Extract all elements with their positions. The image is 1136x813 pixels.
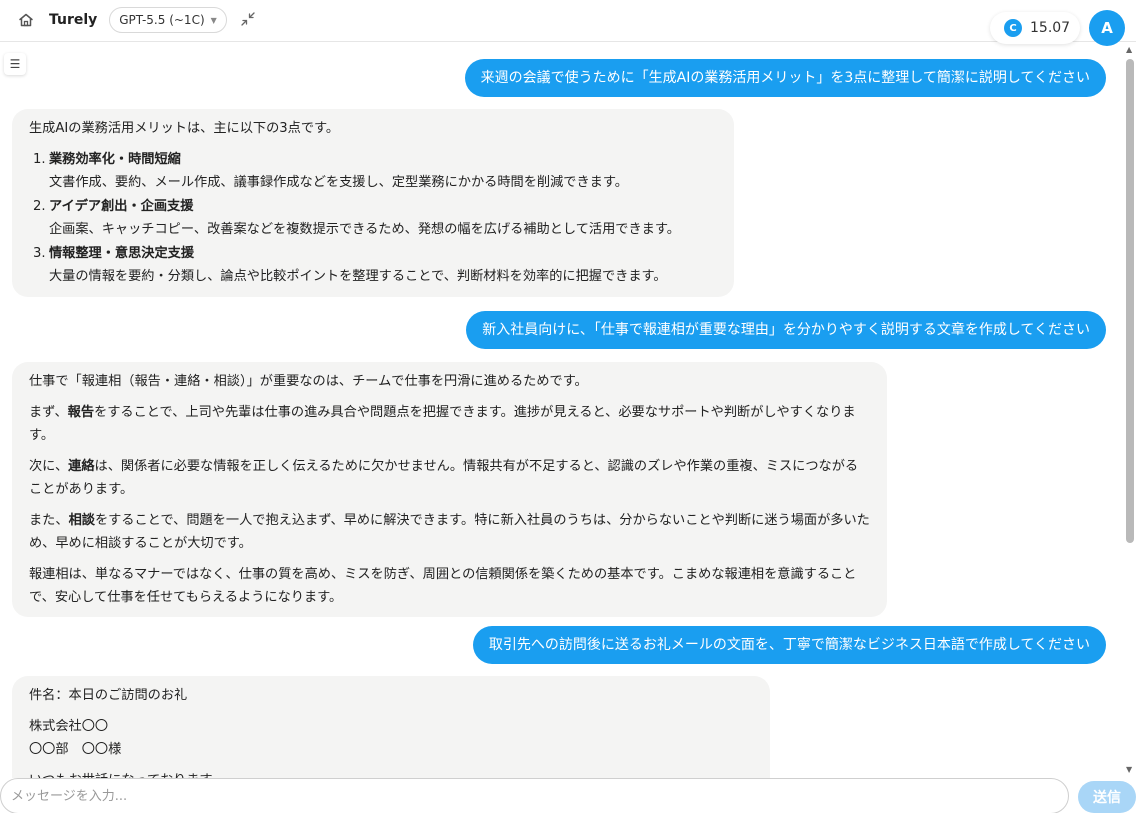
message-text: 次に、連絡は、関係者に必要な情報を正しく伝えるために欠かせません。情報共有が不足…: [29, 459, 859, 497]
collapse-icon[interactable]: [240, 11, 256, 27]
user-message: 取引先への訪問後に送るお礼メールの文面を、丁寧で簡潔なビジネス日本語で作成してく…: [472, 626, 1106, 664]
credit-amount: 15.07: [1030, 20, 1071, 36]
message-text: まず、報告をすることで、上司や先輩は仕事の進み具合や問題点を把握できます。進捗が…: [29, 405, 856, 443]
assistant-message: 件名：本日のご訪問のお礼 株式会社〇〇〇〇部 〇〇様 いつもお世話になっておりま…: [12, 676, 770, 778]
model-selector[interactable]: GPT-5.5 (~1C) ▼: [109, 7, 227, 33]
assistant-message: 仕事で「報連相（報告・連絡・相談）」が重要なのは、チームで仕事を円滑に進めるため…: [12, 362, 887, 617]
home-icon[interactable]: [16, 10, 36, 30]
list-item: 2. アイデア創出・企画支援 企画案、キャッチコピー、改善案などを複数提示できるた…: [29, 195, 718, 241]
message-text: 件名：本日のご訪問のお礼: [29, 688, 188, 703]
list-item-body: 文書作成、要約、メール作成、議事録作成などを支援し、定型業務にかかる時間を削減で…: [49, 175, 628, 190]
list-item: 1. 業務効率化・時間短縮 文書作成、要約、メール作成、議事録作成などを支援し、定…: [29, 148, 718, 194]
assistant-message: 生成AIの業務活用メリットは、主に以下の3点です。 1. 業務効率化・時間短縮 文…: [12, 109, 734, 297]
caret-down-icon: ▼: [210, 15, 217, 25]
credit-coin-icon: C: [1004, 19, 1022, 37]
message-text: 報連相は、単なるマナーではなく、仕事の質を高め、ミスを防ぎ、周囲との信頼関係を築…: [29, 567, 857, 605]
message-text-line: 〇〇部 〇〇様: [29, 742, 122, 757]
user-message: 来週の会議で使うために「生成AIの業務活用メリット」を3点に整理して簡潔に説明し…: [464, 59, 1106, 97]
scroll-down-icon[interactable]: ▼: [1126, 765, 1132, 774]
user-avatar[interactable]: A: [1089, 10, 1125, 46]
brand-name: Turely: [49, 12, 98, 28]
user-message: 新入社員向けに、「仕事で報連相が重要な理由」を分かりやすく説明する文章を作成して…: [466, 311, 1106, 349]
scroll-up-icon[interactable]: ▲: [1126, 45, 1132, 54]
message-text: 仕事で「報連相（報告・連絡・相談）」が重要なのは、チームで仕事を円滑に進めるため…: [29, 374, 588, 389]
chat-thread: 来週の会議で使うために「生成AIの業務活用メリット」を3点に整理して簡潔に説明し…: [0, 43, 1124, 778]
message-text: また、相談をすることで、問題を一人で抱え込まず、早めに解決できます。特に新入社員…: [29, 513, 870, 551]
send-button[interactable]: 送信: [1078, 781, 1136, 813]
message-input[interactable]: [0, 778, 1069, 813]
message-text-line: 株式会社〇〇: [29, 719, 109, 734]
list-item-title: 業務効率化・時間短縮: [49, 152, 181, 167]
model-selected-label: GPT-5.5 (~1C): [119, 13, 205, 27]
list-item: 3. 情報整理・意思決定支援 大量の情報を要約・分類し、論点や比較ポイントを整理す…: [29, 242, 718, 288]
list-number: 1.: [33, 152, 46, 167]
message-text: 株式会社〇〇 〇〇部 〇〇様: [29, 715, 754, 761]
chat-app: Turely GPT-5.5 (~1C) ▼ C 15.07 A ☰ 来週の会議…: [0, 0, 1136, 813]
top-bar: Turely GPT-5.5 (~1C) ▼ C 15.07 A: [0, 0, 1136, 46]
message-text: 生成AIの業務活用メリットは、主に以下の3点です。: [29, 121, 340, 136]
list-item-title: 情報整理・意思決定支援: [49, 246, 195, 261]
scrollbar[interactable]: ▲ ▼: [1124, 43, 1136, 778]
list-number: 2.: [33, 199, 46, 214]
list-item-title: アイデア創出・企画支援: [49, 199, 194, 214]
list-item-body: 企画案、キャッチコピー、改善案などを複数提示できるため、発想の幅を広げる補助とし…: [49, 222, 680, 237]
message-text: いつもお世話になっております。: [29, 769, 754, 778]
list-item-body: 大量の情報を要約・分類し、論点や比較ポイントを整理することで、判断材料を効率的に…: [49, 269, 667, 284]
scrollbar-thumb[interactable]: [1126, 59, 1134, 543]
composer: 送信: [0, 778, 1136, 813]
numbered-list: 1. 業務効率化・時間短縮 文書作成、要約、メール作成、議事録作成などを支援し、定…: [29, 148, 718, 288]
credit-balance[interactable]: C 15.07: [990, 12, 1080, 44]
list-number: 3.: [33, 246, 46, 261]
